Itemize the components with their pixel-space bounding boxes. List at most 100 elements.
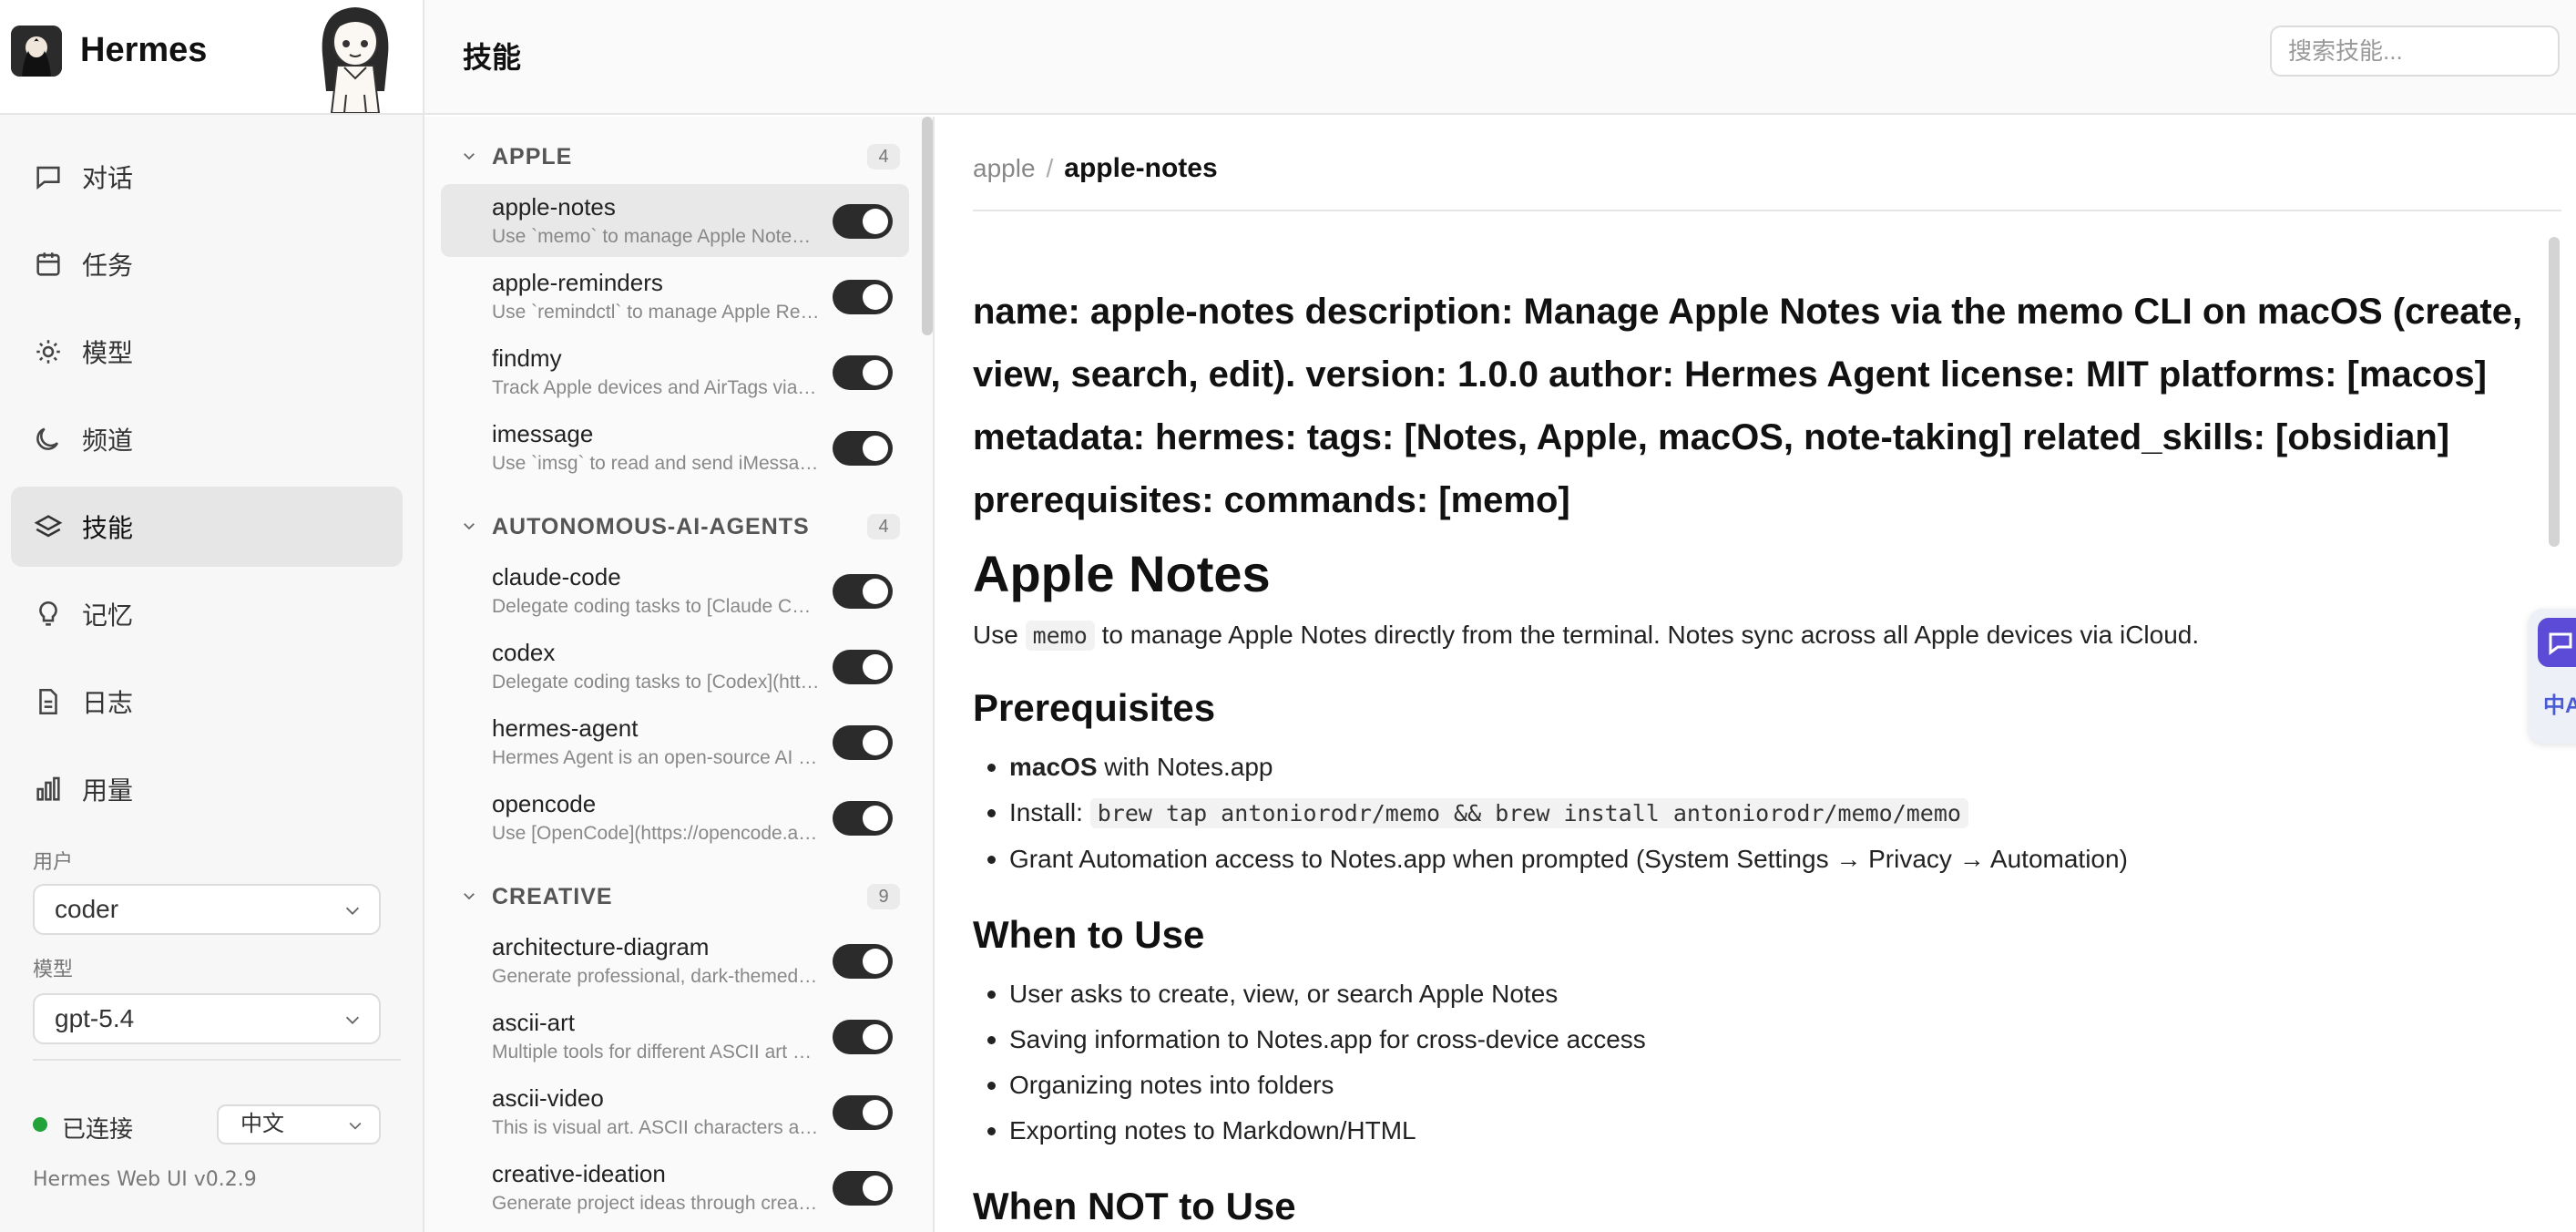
skill-name: apple-notes bbox=[492, 193, 616, 221]
lightbulb-icon bbox=[33, 599, 64, 630]
skill-name: imessage bbox=[492, 420, 594, 447]
skill-document: name: apple-notes description: Manage Ap… bbox=[973, 281, 2549, 1232]
skill-toggle[interactable] bbox=[833, 1095, 893, 1130]
skill-item-opencode[interactable]: opencode Use [OpenCode](https://opencode… bbox=[441, 781, 909, 854]
skill-toggle[interactable] bbox=[833, 431, 893, 466]
skill-name: hermes-agent bbox=[492, 714, 639, 742]
language-select[interactable]: 中文 bbox=[217, 1104, 381, 1145]
breadcrumb-divider bbox=[973, 210, 2561, 211]
language-select-value: 中文 bbox=[240, 1112, 284, 1136]
skill-item-hermes-agent[interactable]: hermes-agent Hermes Agent is an open-sou… bbox=[441, 705, 909, 778]
skill-toggle[interactable] bbox=[833, 574, 893, 609]
moon-icon bbox=[33, 424, 64, 455]
skill-name: apple-reminders bbox=[492, 269, 663, 296]
nav-item-channels[interactable]: 频道 bbox=[11, 399, 403, 479]
skill-toggle[interactable] bbox=[833, 280, 893, 314]
skill-description: Use `remindctl` to manage Apple Reminder… bbox=[492, 302, 820, 323]
skill-name: findmy bbox=[492, 344, 562, 372]
user-select[interactable]: coder bbox=[33, 884, 381, 935]
skill-item-creative-ideation[interactable]: creative-ideation Generate project ideas… bbox=[441, 1151, 909, 1224]
list-item: macOS with Notes.app bbox=[973, 744, 2549, 790]
user-label: 用户 bbox=[33, 850, 74, 873]
skill-toggle[interactable] bbox=[833, 355, 893, 390]
skill-search-input[interactable] bbox=[2270, 26, 2560, 77]
skill-description: Use `memo` to manage Apple Notes directl… bbox=[492, 226, 820, 247]
when-to-use-list: User asks to create, view, or search App… bbox=[973, 971, 2549, 1154]
skill-item-apple-reminders[interactable]: apple-reminders Use `remindctl` to manag… bbox=[441, 260, 909, 333]
skill-toggle[interactable] bbox=[833, 1020, 893, 1054]
nav-item-usage[interactable]: 用量 bbox=[11, 749, 403, 829]
category-name: AUTONOMOUS-AI-AGENTS bbox=[492, 514, 810, 539]
translate-icon[interactable]: 中A bbox=[2538, 682, 2576, 731]
nav-item-logs[interactable]: 日志 bbox=[11, 662, 403, 742]
skill-item-claude-code[interactable]: claude-code Delegate coding tasks to [Cl… bbox=[441, 554, 909, 627]
skills-list: APPLE 4 apple-notes Use `memo` to manage… bbox=[424, 117, 935, 1232]
category-name: APPLE bbox=[492, 144, 573, 169]
list-item-text: Install: bbox=[1009, 798, 1083, 826]
nav-item-tasks[interactable]: 任务 bbox=[11, 224, 403, 304]
category-header-creative[interactable]: CREATIVE 9 bbox=[424, 869, 916, 924]
frontmatter-heading: name: apple-notes description: Manage Ap… bbox=[973, 292, 2523, 520]
category-header-autonomous-ai-agents[interactable]: AUTONOMOUS-AI-AGENTS 4 bbox=[424, 499, 916, 554]
nav-label: 日志 bbox=[82, 689, 134, 717]
nav-label: 记忆 bbox=[82, 601, 134, 630]
skill-description: Delegate coding tasks to [Claude Code](h… bbox=[492, 596, 820, 617]
breadcrumb-parent[interactable]: apple bbox=[973, 154, 1036, 182]
list-item: Organizing notes into folders bbox=[973, 1063, 2549, 1108]
skill-description: Generate project ideas through creative … bbox=[492, 1193, 820, 1214]
nav-label: 技能 bbox=[82, 514, 134, 542]
section-heading-prerequisites: Prerequisites bbox=[973, 686, 1216, 729]
intro-text: Use bbox=[973, 621, 1018, 649]
skill-item-ascii-art[interactable]: ascii-art Multiple tools for different A… bbox=[441, 1000, 909, 1073]
skill-toggle[interactable] bbox=[833, 650, 893, 684]
sidebar: Hermes 对话 任务 模型 频道 技能 记忆 日志 用量 用户 coder … bbox=[0, 0, 424, 1232]
chevron-down-icon bbox=[464, 153, 475, 160]
skill-item-codex[interactable]: codex Delegate coding tasks to [Codex](h… bbox=[441, 630, 909, 703]
sidebar-divider bbox=[33, 1059, 401, 1061]
skill-toggle[interactable] bbox=[833, 204, 893, 239]
list-item: User asks to create, view, or search App… bbox=[973, 971, 2549, 1017]
skill-item-ascii-video[interactable]: ascii-video This is visual art. ASCII ch… bbox=[441, 1075, 909, 1148]
skill-description: Generate professional, dark-themed archi… bbox=[492, 966, 820, 987]
skill-toggle[interactable] bbox=[833, 1171, 893, 1206]
model-select[interactable]: gpt-5.4 bbox=[33, 993, 381, 1044]
skill-toggle[interactable] bbox=[833, 944, 893, 979]
skill-description: This is visual art. ASCII characters are… bbox=[492, 1117, 820, 1138]
chevron-down-icon bbox=[345, 907, 360, 915]
content-scrollbar[interactable] bbox=[2549, 237, 2560, 547]
skills-list-scrollbar[interactable] bbox=[922, 117, 933, 335]
chat-bubble-icon bbox=[33, 161, 64, 192]
skill-item-apple-notes[interactable]: apple-notes Use `memo` to manage Apple N… bbox=[441, 184, 909, 257]
skill-item-architecture-diagram[interactable]: architecture-diagram Generate profession… bbox=[441, 924, 909, 997]
floating-toolbar: 中A bbox=[2529, 609, 2576, 744]
nav-item-skills[interactable]: 技能 bbox=[11, 487, 403, 567]
app-logo[interactable] bbox=[11, 26, 62, 77]
skill-toggle[interactable] bbox=[833, 801, 893, 836]
category-count-badge: 9 bbox=[867, 884, 900, 909]
skill-name: ascii-video bbox=[492, 1084, 604, 1112]
skill-name: opencode bbox=[492, 790, 597, 817]
skill-detail: apple / apple-notes name: apple-notes desc… bbox=[936, 117, 2576, 1232]
nav-label: 任务 bbox=[82, 252, 134, 280]
nav-item-chat[interactable]: 对话 bbox=[11, 137, 403, 217]
document-icon bbox=[33, 686, 64, 717]
category-header-apple[interactable]: APPLE 4 bbox=[424, 129, 916, 184]
skill-name: ascii-art bbox=[492, 1009, 576, 1036]
list-item: Grant Automation access to Notes.app whe… bbox=[973, 837, 2549, 882]
category-name: CREATIVE bbox=[492, 884, 613, 909]
nav-item-models[interactable]: 模型 bbox=[11, 312, 403, 392]
skill-toggle[interactable] bbox=[833, 725, 893, 760]
nav-item-memory[interactable]: 记忆 bbox=[11, 574, 403, 654]
skill-description: Delegate coding tasks to [Codex](https:/… bbox=[492, 672, 820, 693]
mascot-illustration bbox=[304, 0, 406, 114]
skill-name: claude-code bbox=[492, 563, 621, 590]
assistant-icon[interactable] bbox=[2538, 618, 2576, 667]
chevron-down-icon bbox=[345, 1016, 360, 1024]
nav-label: 模型 bbox=[82, 339, 134, 367]
category-count-badge: 4 bbox=[867, 144, 900, 169]
chevron-down-icon bbox=[464, 523, 475, 530]
skill-item-imessage[interactable]: imessage Use `imsg` to read and send iMe… bbox=[441, 411, 909, 484]
nav-label: 用量 bbox=[82, 776, 134, 805]
breadcrumb-current: apple-notes bbox=[1064, 153, 1218, 183]
skill-item-findmy[interactable]: findmy Track Apple devices and AirTags v… bbox=[441, 335, 909, 408]
